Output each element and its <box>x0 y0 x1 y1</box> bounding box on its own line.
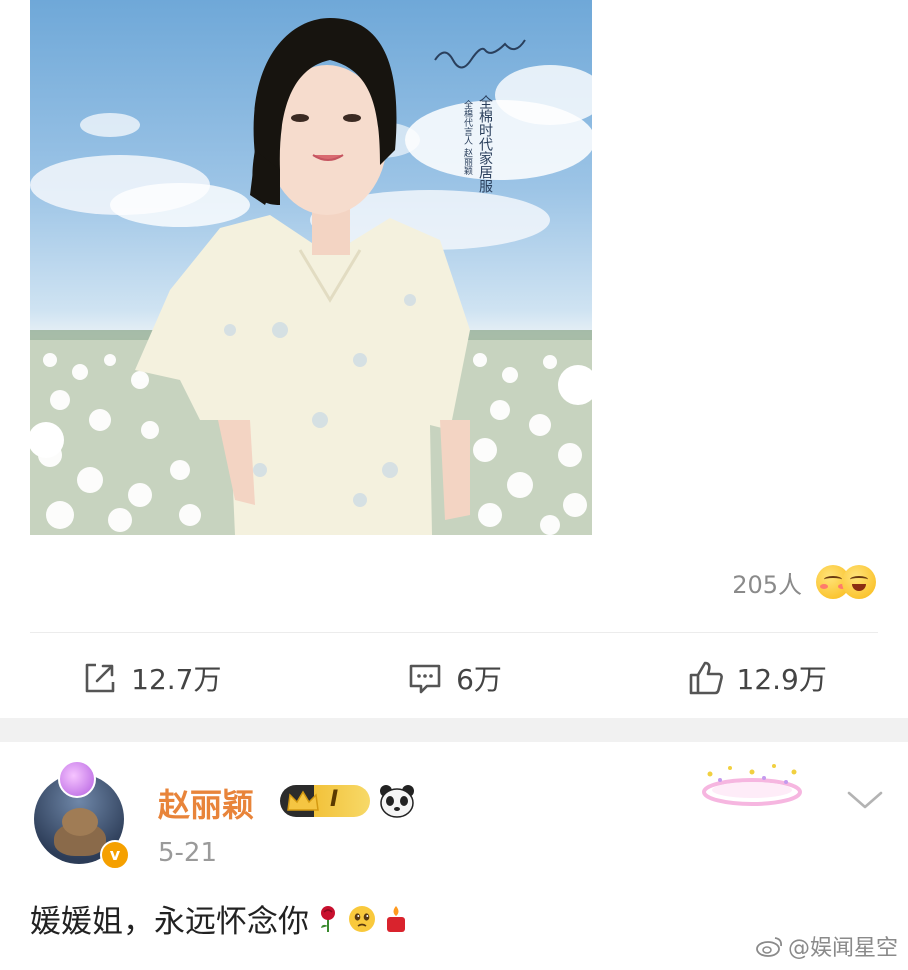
repost-count: 12.7万 <box>131 663 222 696</box>
candle-icon <box>387 905 405 932</box>
section-separator <box>0 718 908 742</box>
comment-icon <box>409 664 441 694</box>
repost-button[interactable]: 12.7万 <box>0 658 303 698</box>
comment-body: 媛媛姐，永远怀念你 <box>30 896 411 941</box>
comment-count: 6万 <box>456 663 502 696</box>
watermark: @娱闻星空 <box>756 930 898 962</box>
post-action-bar: 12.7万 6万 12.9万 <box>0 648 908 708</box>
reaction-count: 205人 <box>732 570 802 599</box>
poster-slogan: 全棉时代家居服 <box>477 94 493 194</box>
comment-button[interactable]: 6万 <box>303 658 606 698</box>
avatar-decoration-icon <box>58 760 96 798</box>
weibo-icon <box>756 937 783 957</box>
divider <box>30 632 878 633</box>
comment-item: v 赵丽颖 I 5-21 媛媛姐，永远怀念你 @娱闻星空 <box>0 742 908 970</box>
chevron-down-icon[interactable] <box>846 788 884 812</box>
member-rank: I <box>330 787 339 812</box>
like-icon <box>689 661 723 695</box>
like-button[interactable]: 12.9万 <box>605 658 908 698</box>
poster-endorser: 全棉代言人 赵丽颖 <box>462 99 473 176</box>
comment-text: 媛媛姐，永远怀念你 <box>30 904 309 940</box>
comment-card-decoration-icon <box>702 764 802 806</box>
grin-emoji-icon <box>842 565 876 599</box>
sad-face-emoji-icon <box>349 905 375 932</box>
verified-badge-icon: v <box>100 840 130 870</box>
member-crown-badge[interactable]: I <box>280 785 370 817</box>
like-count: 12.9万 <box>736 663 827 696</box>
avatar[interactable]: v <box>34 760 130 870</box>
user-badges: I <box>280 784 416 818</box>
comment-date: 5-21 <box>158 838 218 868</box>
panda-icon <box>380 785 414 818</box>
comment-username[interactable]: 赵丽颖 <box>158 780 254 826</box>
post-image[interactable]: 全棉时代家居服 全棉代言人 赵丽颖 <box>30 0 592 535</box>
post-image-illustration: 全棉时代家居服 全棉代言人 赵丽颖 <box>30 18 592 535</box>
repost-icon <box>85 663 115 693</box>
watermark-text: @娱闻星空 <box>787 936 898 961</box>
rose-icon <box>321 905 335 932</box>
reaction-summary[interactable]: 205人 <box>732 562 876 602</box>
crown-icon <box>287 790 319 811</box>
